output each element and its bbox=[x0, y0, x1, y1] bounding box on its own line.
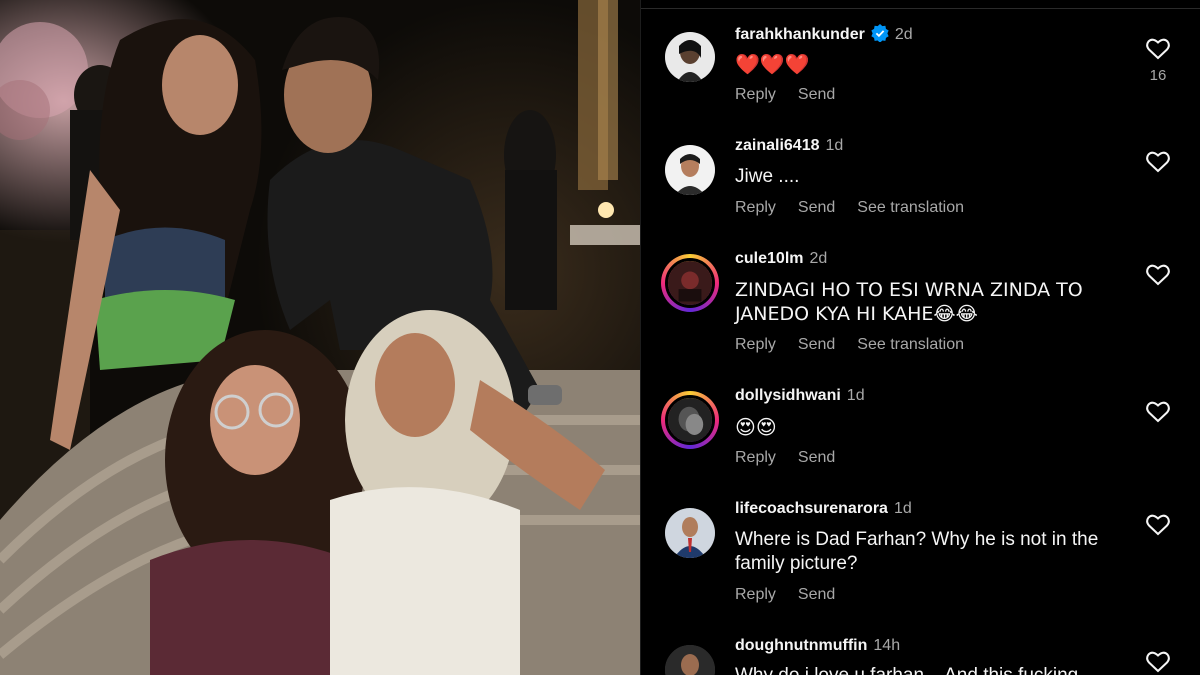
comment-username[interactable]: lifecoachsurenarora bbox=[735, 500, 888, 517]
see-translation-button[interactable]: See translation bbox=[857, 199, 964, 216]
comment-time: 1d bbox=[893, 500, 912, 517]
comment-text: ZINDAGI HO TO ESI WRNA ZINDA TO JANEDO K… bbox=[735, 279, 1083, 325]
comment-username-row[interactable]: dollysidhwani 1d bbox=[735, 387, 865, 405]
divider bbox=[641, 8, 1200, 9]
send-button[interactable]: Send bbox=[798, 449, 835, 466]
comment-time: 2d bbox=[894, 26, 913, 43]
like-heart-icon[interactable] bbox=[1146, 264, 1170, 286]
reply-button[interactable]: Reply bbox=[735, 86, 776, 103]
comment-time: 1d bbox=[846, 387, 865, 404]
comment-username-row[interactable]: zainali6418 1d bbox=[735, 137, 843, 155]
verified-badge-icon bbox=[871, 24, 889, 42]
avatar-story-ring[interactable] bbox=[661, 254, 719, 312]
send-button[interactable]: Send bbox=[798, 86, 835, 103]
like-heart-icon[interactable] bbox=[1146, 151, 1170, 173]
send-button[interactable]: Send bbox=[798, 336, 835, 353]
reply-button[interactable]: Reply bbox=[735, 199, 776, 216]
comment-text: ❤️❤️❤️ bbox=[735, 52, 810, 76]
comment-text: Where is Dad Farhan? Why he is not in th… bbox=[735, 529, 1099, 574]
comment-actions: Reply Send bbox=[735, 86, 857, 104]
comment-time: 1d bbox=[825, 137, 844, 154]
reply-button[interactable]: Reply bbox=[735, 586, 776, 603]
group-photo-illustration bbox=[0, 0, 640, 675]
comment-username[interactable]: dollysidhwani bbox=[735, 387, 841, 404]
comment-username-row[interactable]: lifecoachsurenarora 1d bbox=[735, 500, 912, 518]
like-heart-icon[interactable] bbox=[1146, 651, 1170, 673]
comments-panel: farahkhankunder 2d ❤️❤️❤️ Reply Send 16 za… bbox=[640, 0, 1200, 675]
comment-actions: Reply Send See translation bbox=[735, 199, 986, 217]
comment-text: 😍😍 bbox=[735, 415, 777, 439]
comment-actions: Reply Send bbox=[735, 586, 857, 604]
reply-button[interactable]: Reply bbox=[735, 336, 776, 353]
comment-username[interactable]: farahkhankunder bbox=[735, 26, 865, 43]
send-button[interactable]: Send bbox=[798, 199, 835, 216]
comment-text: Why do i love u farhan... And this fucki… bbox=[735, 664, 1125, 675]
avatar[interactable] bbox=[665, 645, 715, 675]
comment-username[interactable]: cule10lm bbox=[735, 250, 803, 267]
comment-time: 2d bbox=[809, 250, 828, 267]
comment-actions: Reply Send bbox=[735, 449, 857, 467]
like-heart-icon[interactable] bbox=[1146, 401, 1170, 423]
like-heart-icon[interactable] bbox=[1146, 38, 1170, 60]
comment-username-row[interactable]: cule10lm 2d bbox=[735, 250, 827, 268]
avatar[interactable] bbox=[665, 508, 715, 558]
comment-text: Jiwe .... bbox=[735, 166, 800, 187]
avatar[interactable] bbox=[665, 32, 715, 82]
like-heart-icon[interactable] bbox=[1146, 514, 1170, 536]
comment-username-row[interactable]: farahkhankunder 2d bbox=[735, 24, 913, 44]
comment-username-row[interactable]: doughnutnmuffin 14h bbox=[735, 637, 900, 655]
see-translation-button[interactable]: See translation bbox=[857, 336, 964, 353]
post-photo[interactable] bbox=[0, 0, 640, 675]
avatar-story-ring[interactable] bbox=[661, 391, 719, 449]
send-button[interactable]: Send bbox=[798, 586, 835, 603]
comment-actions: Reply Send See translation bbox=[735, 336, 986, 354]
reply-button[interactable]: Reply bbox=[735, 449, 776, 466]
comment-username[interactable]: doughnutnmuffin bbox=[735, 637, 867, 654]
comment-username[interactable]: zainali6418 bbox=[735, 137, 820, 154]
like-count: 16 bbox=[1149, 67, 1167, 84]
comment-time: 14h bbox=[873, 637, 901, 654]
avatar[interactable] bbox=[665, 145, 715, 195]
